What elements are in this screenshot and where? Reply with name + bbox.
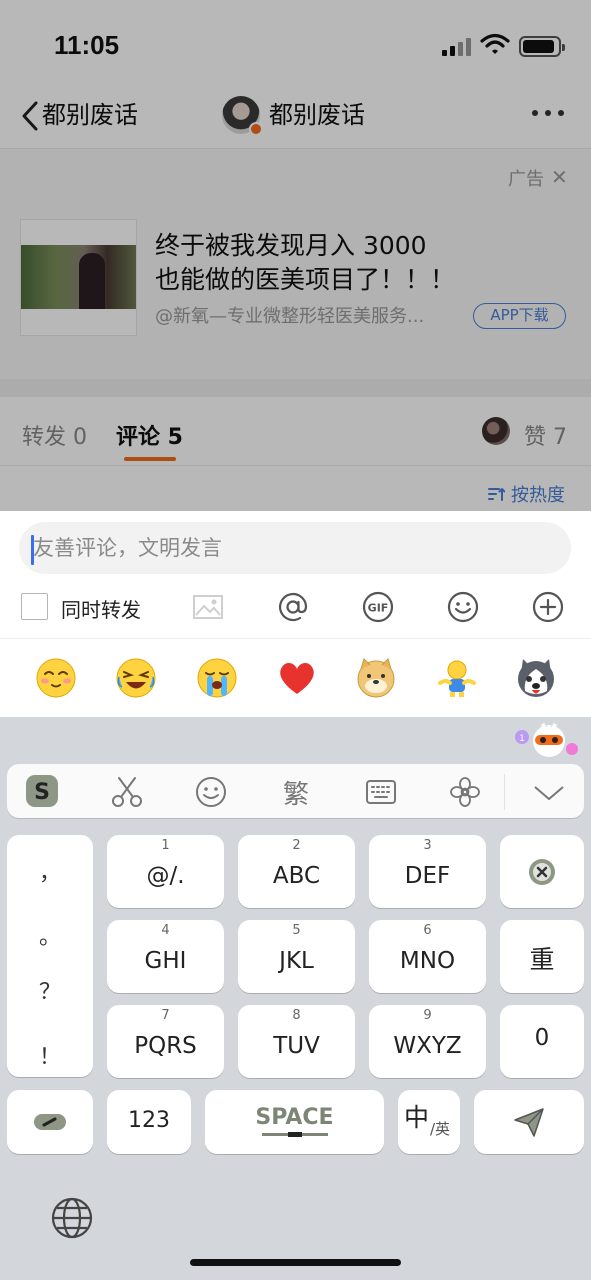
send-icon [514, 1108, 544, 1137]
reenter-key[interactable]: 重 [500, 920, 584, 993]
at-icon[interactable] [277, 591, 309, 623]
image-icon[interactable] [192, 591, 224, 623]
key-1[interactable]: 1 @/. [107, 835, 224, 908]
punctuation-column: ， 。 ？ ！ [7, 835, 93, 1077]
globe-icon[interactable] [50, 1196, 94, 1240]
delete-icon [529, 859, 555, 885]
ime-keyboard: 1 S 繁 ， 。 ？ ！ 1 @/. 2 ABC 3 DEF 4 GHI 5 … [0, 717, 591, 1280]
smiley-icon[interactable] [194, 776, 228, 808]
sync-repost-label[interactable]: 同时转发 [61, 594, 141, 623]
svg-text:S: S [34, 780, 50, 805]
sogou-logo[interactable]: S [24, 773, 60, 809]
key-label: ABC [272, 863, 321, 889]
key-5[interactable]: 5 JKL [238, 920, 355, 993]
hug-emoji[interactable] [436, 657, 478, 699]
smile-emoji[interactable] [35, 657, 77, 699]
text-caret [31, 535, 34, 565]
keyboard-mascot-icon[interactable]: 1 [514, 721, 584, 759]
scissors-icon[interactable] [110, 776, 144, 808]
key-label: GHI [144, 948, 187, 974]
key-8[interactable]: 8 TUV [238, 1005, 355, 1078]
punctuation-key[interactable]: ， [7, 855, 93, 887]
key-label: JKL [279, 948, 314, 974]
pill-icon [34, 1114, 66, 1130]
key-label: 重 [529, 945, 555, 974]
space-key[interactable]: SPACE [205, 1090, 384, 1154]
flower-icon[interactable] [448, 776, 482, 808]
lang-sub-label: /英 [430, 1120, 451, 1138]
key-number: 4 [161, 923, 170, 938]
punctuation-key[interactable]: 。 [7, 919, 93, 951]
punctuation-key[interactable]: ！ [7, 1039, 93, 1071]
dim-overlay[interactable] [0, 0, 591, 511]
doge-emoji[interactable] [355, 657, 397, 699]
emoji-icon[interactable] [447, 591, 479, 623]
sync-repost-checkbox[interactable] [21, 593, 48, 620]
divider [504, 774, 505, 810]
crying-emoji[interactable] [196, 657, 238, 699]
key-number: 2 [292, 838, 301, 853]
key-4[interactable]: 4 GHI [107, 920, 224, 993]
svg-text:1: 1 [519, 734, 525, 744]
collapse-icon[interactable] [532, 776, 566, 808]
key-label: PQRS [134, 1033, 197, 1059]
key-label: MNO [399, 948, 456, 974]
zero-key[interactable]: 0 [500, 1005, 584, 1078]
numbers-key[interactable]: 123 [107, 1090, 191, 1154]
husky-emoji[interactable] [515, 657, 557, 699]
key-number: 5 [292, 923, 301, 938]
traditional-chinese-toggle[interactable]: 繁 [279, 774, 313, 810]
key-number: 1 [161, 838, 170, 853]
emoji-quick-row [0, 639, 591, 717]
comment-input[interactable] [19, 522, 571, 574]
heart-emoji[interactable] [276, 657, 318, 699]
comment-composer: 同时转发 GIF [0, 511, 591, 717]
key-number: 7 [161, 1008, 170, 1023]
send-key[interactable] [474, 1090, 584, 1154]
key-label: 123 [128, 1108, 170, 1133]
emoji-switch-key[interactable] [7, 1090, 93, 1154]
delete-key[interactable] [500, 835, 584, 908]
key-number: 9 [423, 1008, 432, 1023]
key-7[interactable]: 7 PQRS [107, 1005, 224, 1078]
laugh-cry-emoji[interactable] [115, 657, 157, 699]
key-9[interactable]: 9 WXYZ [369, 1005, 486, 1078]
keyboard-icon[interactable] [364, 776, 398, 808]
gif-icon[interactable]: GIF [362, 591, 394, 623]
key-number: 6 [423, 923, 432, 938]
key-label: @/. [146, 863, 185, 889]
key-6[interactable]: 6 MNO [369, 920, 486, 993]
key-number: 3 [423, 838, 432, 853]
key-label: WXYZ [393, 1033, 462, 1059]
keyboard-toolbar: S 繁 [7, 764, 584, 818]
punctuation-key[interactable]: ？ [7, 974, 93, 1006]
svg-text:GIF: GIF [368, 602, 389, 615]
space-cursor [288, 1132, 302, 1137]
key-label: SPACE [255, 1105, 334, 1130]
lang-main-label: 中 [404, 1103, 430, 1132]
home-indicator[interactable] [190, 1259, 401, 1266]
key-3[interactable]: 3 DEF [369, 835, 486, 908]
language-toggle-key[interactable]: 中 /英 [398, 1090, 460, 1154]
key-label: TUV [273, 1033, 320, 1059]
key-label: DEF [404, 863, 451, 889]
key-label: 0 [534, 1025, 550, 1051]
plus-icon[interactable] [532, 591, 564, 623]
key-2[interactable]: 2 ABC [238, 835, 355, 908]
key-number: 8 [292, 1008, 301, 1023]
